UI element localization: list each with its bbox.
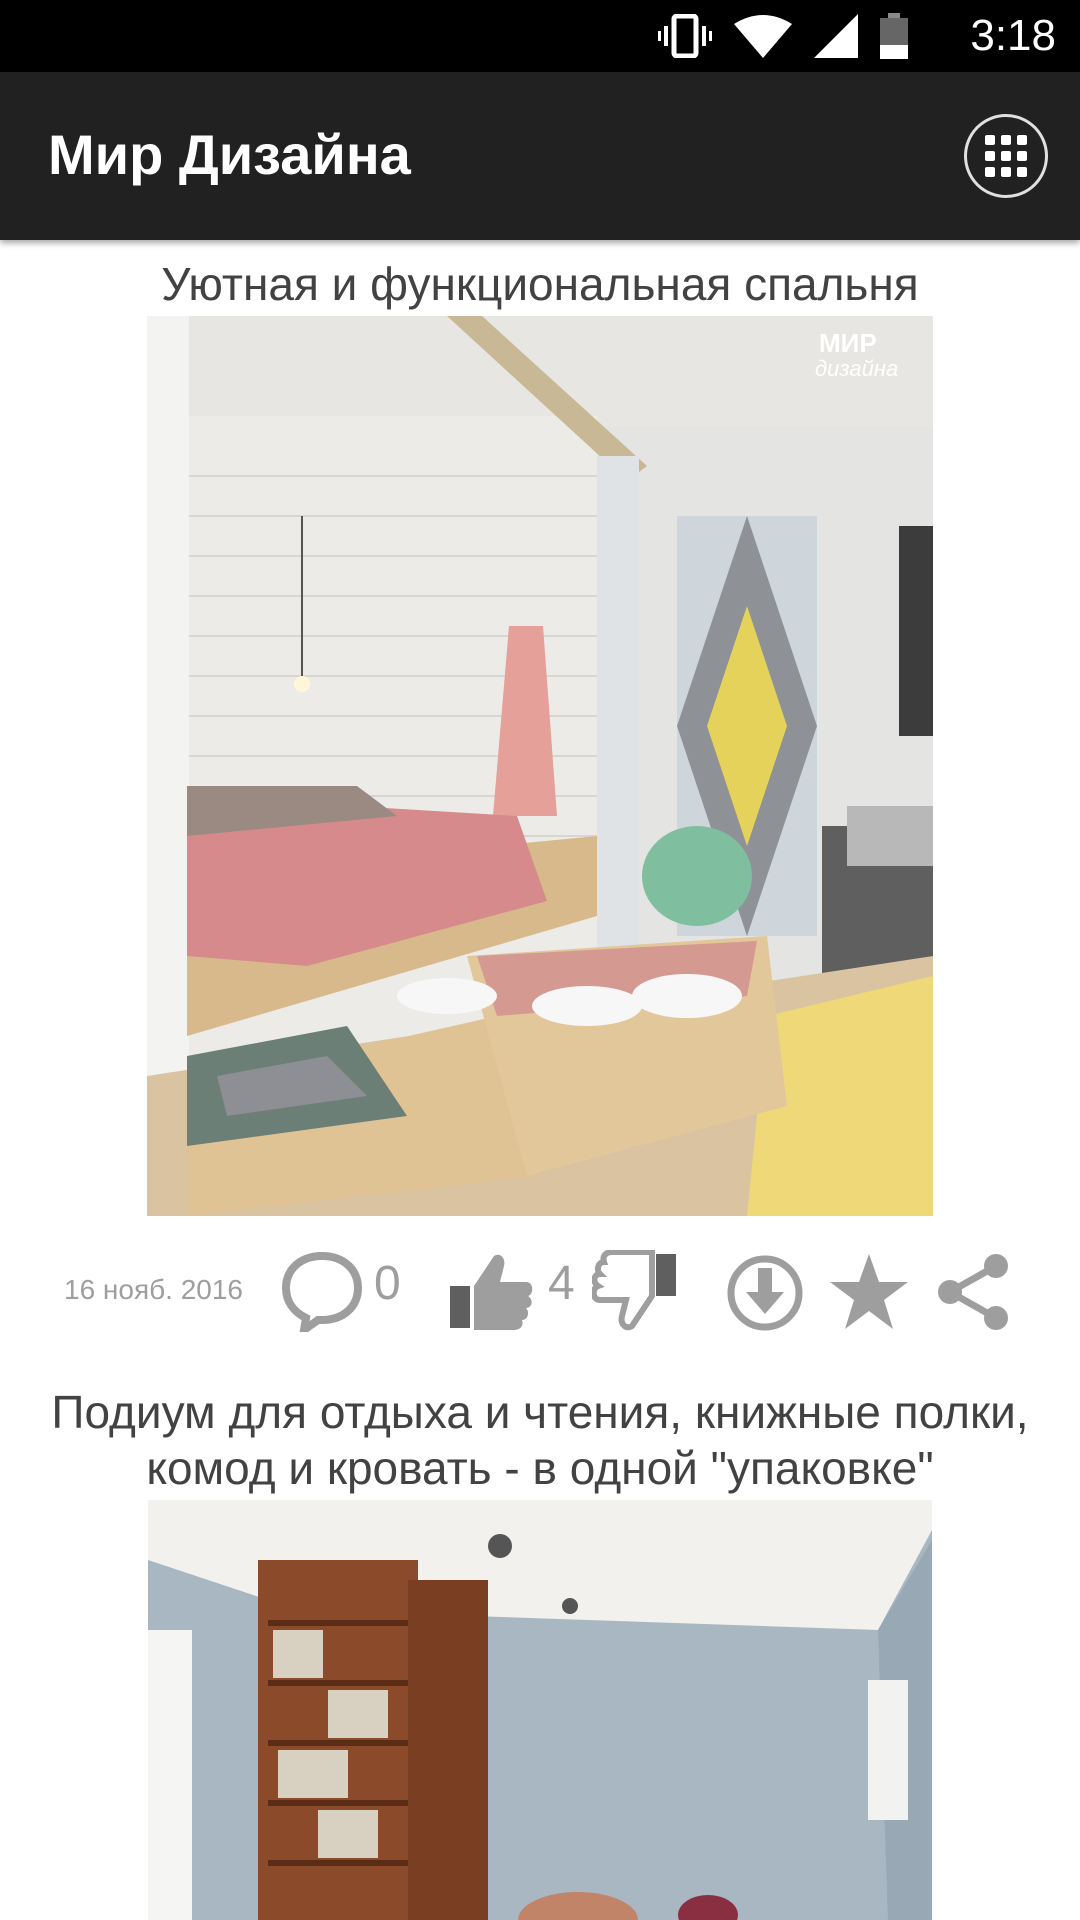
status-bar: 3:18 — [0, 0, 1080, 72]
watermark-logo-sub: дизайна — [815, 356, 898, 381]
post-title-line2[interactable]: комод и кровать - в одной "упаковке" — [0, 1440, 1080, 1496]
star-icon[interactable] — [828, 1252, 910, 1332]
app-bar: Мир Дизайна — [0, 72, 1080, 240]
wifi-icon — [734, 15, 792, 58]
comment-count: 0 — [374, 1257, 401, 1310]
post-image[interactable]: МИР дизайна — [147, 316, 933, 1216]
watermark-logo: МИР — [819, 328, 877, 358]
status-icons — [658, 13, 908, 59]
comment-icon[interactable] — [282, 1250, 362, 1332]
thumbs-down-icon[interactable] — [592, 1250, 678, 1332]
thumbs-up-icon[interactable] — [448, 1250, 534, 1332]
vibrate-icon — [658, 14, 712, 58]
grid-menu-icon — [985, 135, 1027, 177]
signal-icon — [814, 14, 858, 58]
post-title[interactable]: Подиум для отдыха и чтения, книжные полк… — [0, 1384, 1080, 1440]
share-icon[interactable] — [934, 1252, 1014, 1332]
download-icon[interactable] — [726, 1254, 804, 1332]
bedroom-photo: МИР дизайна — [147, 316, 933, 1216]
app-title: Мир Дизайна — [48, 123, 411, 186]
post-meta-row: 16 нояб. 2016 0 4 — [0, 1236, 1080, 1346]
like-count: 4 — [548, 1257, 575, 1310]
post-image[interactable] — [148, 1500, 932, 1920]
grid-menu-button[interactable] — [964, 114, 1048, 198]
status-time: 3:18 — [970, 11, 1056, 60]
bookshelf-room-photo — [148, 1500, 932, 1920]
battery-icon — [880, 13, 908, 59]
post-title[interactable]: Уютная и функциональная спальня — [0, 256, 1080, 312]
post-date: 16 нояб. 2016 — [64, 1274, 244, 1305]
